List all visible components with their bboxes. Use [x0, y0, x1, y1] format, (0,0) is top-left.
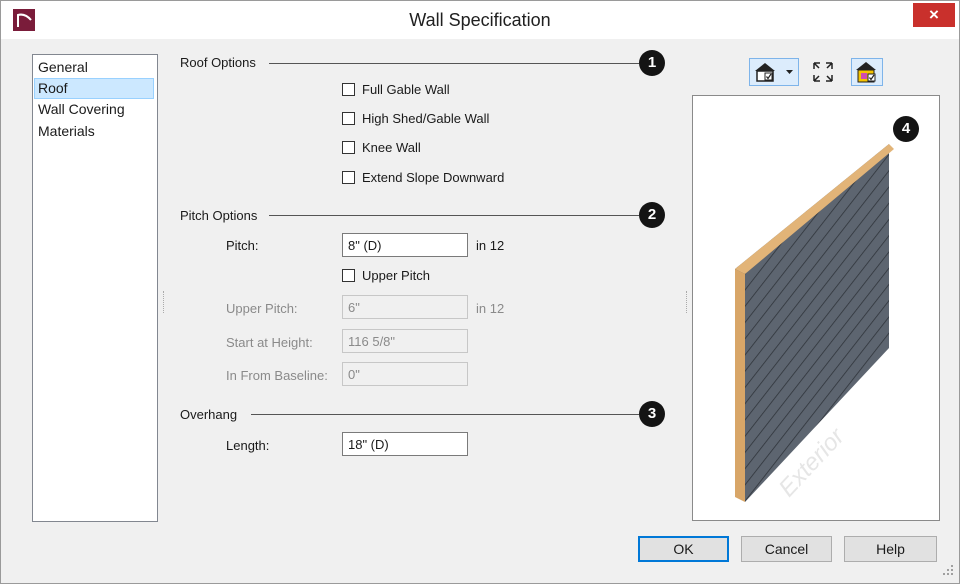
- ok-button[interactable]: OK: [638, 536, 729, 562]
- nav-item-materials[interactable]: Materials: [34, 121, 154, 142]
- category-list: General Roof Wall Covering Materials: [32, 54, 158, 522]
- upper-pitch-input[interactable]: [342, 295, 468, 319]
- view-display-button[interactable]: [749, 58, 799, 86]
- fill-window-icon: [813, 62, 833, 82]
- knee-wall-label: Knee Wall: [362, 140, 421, 155]
- view-display-icon: [755, 63, 793, 82]
- wall-3d-preview: Exterior: [735, 144, 894, 502]
- pitch-options-heading: Pitch Options: [180, 208, 258, 223]
- resize-grip-icon[interactable]: [941, 563, 955, 577]
- in-from-baseline-input[interactable]: [342, 362, 468, 386]
- color-toggle-button[interactable]: [851, 58, 883, 86]
- pitch-label: Pitch:: [226, 238, 259, 253]
- upper-pitch-unit: in 12: [476, 301, 505, 316]
- upper-pitch-checkbox[interactable]: [342, 269, 355, 282]
- overhang-heading: Overhang: [180, 407, 238, 422]
- high-shed-gable-wall-label: High Shed/Gable Wall: [362, 111, 490, 126]
- full-gable-wall-label: Full Gable Wall: [362, 82, 450, 97]
- overhang-divider: [251, 414, 639, 415]
- splitter-handle-right[interactable]: [686, 291, 689, 313]
- in-from-baseline-label: In From Baseline:: [226, 368, 328, 383]
- callout-badge-4: 4: [893, 116, 919, 142]
- close-button[interactable]: ×: [913, 3, 955, 27]
- knee-wall-checkbox[interactable]: [342, 141, 355, 154]
- wall-specification-dialog: Wall Specification × General Roof Wall C…: [0, 0, 960, 584]
- upper-pitch-label: Upper Pitch:: [226, 301, 298, 316]
- window-title: Wall Specification: [409, 10, 551, 30]
- upper-pitch-checkbox-label: Upper Pitch: [362, 268, 430, 283]
- callout-badge-1: 1: [639, 50, 665, 76]
- nav-item-general[interactable]: General: [34, 57, 154, 78]
- wall-preview[interactable]: Exterior 4: [692, 95, 940, 521]
- start-at-height-label: Start at Height:: [226, 335, 313, 350]
- dropdown-arrow-icon: [786, 70, 793, 74]
- splitter-handle-left[interactable]: [163, 291, 166, 313]
- roof-options-divider: [269, 63, 639, 64]
- callout-badge-3: 3: [639, 401, 665, 427]
- pitch-options-divider: [269, 215, 639, 216]
- title-bar: Wall Specification ×: [1, 1, 959, 39]
- help-button[interactable]: Help: [844, 536, 937, 562]
- extend-slope-downward-checkbox[interactable]: [342, 171, 355, 184]
- pitch-input[interactable]: [342, 233, 468, 257]
- length-label: Length:: [226, 438, 270, 453]
- color-toggle-icon: [856, 62, 876, 83]
- roof-options-heading: Roof Options: [180, 55, 256, 70]
- start-at-height-input[interactable]: [342, 329, 468, 353]
- pitch-unit: in 12: [476, 238, 505, 253]
- nav-item-wall-covering[interactable]: Wall Covering: [34, 99, 154, 120]
- overhang-length-input[interactable]: [342, 432, 468, 456]
- cancel-button[interactable]: Cancel: [741, 536, 832, 562]
- high-shed-gable-wall-checkbox[interactable]: [342, 112, 355, 125]
- callout-badge-2: 2: [639, 202, 665, 228]
- fill-window-button[interactable]: [809, 58, 837, 86]
- extend-slope-downward-label: Extend Slope Downward: [362, 170, 505, 185]
- full-gable-wall-checkbox[interactable]: [342, 83, 355, 96]
- nav-item-roof[interactable]: Roof: [34, 78, 154, 99]
